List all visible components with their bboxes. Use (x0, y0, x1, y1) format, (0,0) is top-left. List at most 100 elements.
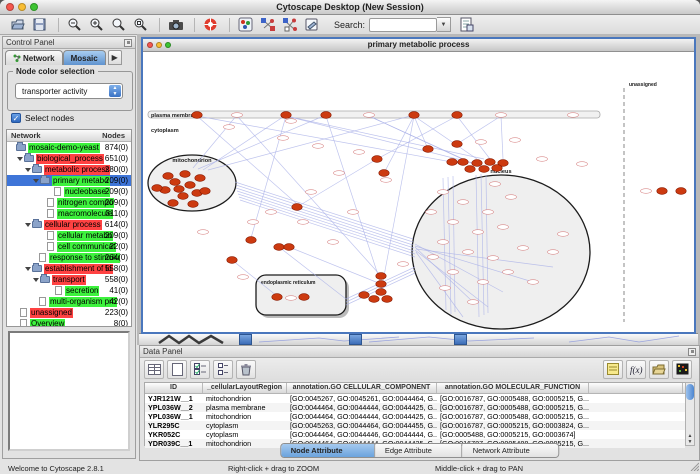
network-node[interactable] (398, 262, 409, 267)
network-node[interactable] (426, 210, 437, 215)
network-node[interactable] (298, 220, 309, 225)
network-node[interactable] (478, 280, 489, 285)
column-go-molecular-function[interactable]: annotation.GO MOLECULAR_FUNCTION (437, 383, 589, 393)
table-row[interactable]: YJR121W__1mitochondrion[GO:0045267, GO:0… (145, 394, 685, 403)
network-edge[interactable] (237, 191, 414, 248)
float-panel-icon[interactable] (124, 39, 132, 47)
network-node-selected[interactable] (185, 182, 195, 189)
tab-scroll-right-button[interactable]: ▶ (108, 50, 122, 65)
network-node[interactable] (503, 270, 514, 275)
expander-icon[interactable] (33, 276, 40, 283)
network-node-selected[interactable] (274, 244, 284, 251)
network-node[interactable] (498, 225, 509, 230)
network-node-selected[interactable] (174, 186, 184, 193)
network-node[interactable] (286, 119, 297, 124)
table-row[interactable]: YPL036W__2plasma membrane[GO:0044464, GO… (145, 403, 685, 412)
network-node[interactable] (364, 113, 375, 118)
network-node[interactable] (198, 230, 209, 235)
expander-icon[interactable] (25, 265, 32, 272)
network-node-selected[interactable] (409, 112, 419, 119)
network-node[interactable] (428, 255, 439, 260)
network-node[interactable] (537, 157, 548, 162)
network-node[interactable] (488, 256, 499, 261)
network-node[interactable] (490, 182, 501, 187)
network-node[interactable] (528, 280, 539, 285)
network-node-selected[interactable] (170, 179, 180, 186)
save-session-icon[interactable] (30, 16, 49, 33)
network-node-selected[interactable] (657, 188, 667, 195)
network-node-selected[interactable] (382, 296, 392, 303)
open-session-icon[interactable] (8, 16, 27, 33)
import-attributes-icon[interactable] (649, 360, 669, 379)
network-node-selected[interactable] (372, 156, 382, 163)
network-node[interactable] (328, 240, 339, 245)
select-attributes-icon[interactable] (190, 360, 210, 379)
network-node[interactable] (641, 189, 652, 194)
scrollbar-arrows[interactable]: ▲▼ (686, 433, 694, 445)
zoom-selected-icon[interactable] (109, 16, 128, 33)
network-edge[interactable] (238, 194, 414, 251)
formula-builder-icon[interactable]: f(x) (626, 360, 646, 379)
background-window-fragment[interactable] (454, 334, 467, 345)
network-node[interactable] (458, 200, 469, 205)
tree-row[interactable]: cell communicat22(0) (7, 241, 131, 252)
network-node-selected[interactable] (284, 244, 294, 251)
tree-row-selected[interactable]: primary metabo209(0) (7, 175, 131, 186)
network-canvas[interactable]: plasma membrane cytoplasm mitochondrion … (143, 52, 692, 333)
float-data-panel-icon[interactable] (688, 348, 696, 356)
network-node-selected[interactable] (492, 165, 502, 172)
network-node-selected[interactable] (376, 289, 386, 296)
tree-row[interactable]: multi-organism pro42(0) (7, 296, 131, 307)
snapshot-icon[interactable] (166, 16, 185, 33)
network-edge[interactable] (240, 200, 415, 257)
zoom-in-icon[interactable] (87, 16, 106, 33)
tab-network[interactable]: Network (5, 50, 63, 65)
network-node[interactable] (518, 246, 529, 251)
network-edge[interactable] (239, 197, 415, 254)
network-node[interactable] (248, 220, 259, 225)
network-node-selected[interactable] (479, 166, 489, 173)
tree-row[interactable]: unassigned223(0) (7, 307, 131, 318)
network-node[interactable] (558, 232, 569, 237)
network-node[interactable] (468, 300, 479, 305)
network-node-selected[interactable] (188, 201, 198, 208)
network-node[interactable] (334, 171, 345, 176)
network-node-selected[interactable] (423, 146, 433, 153)
tree-row[interactable]: biological_process651(0) (7, 153, 131, 164)
network-node[interactable] (438, 240, 449, 245)
tree-row[interactable]: mosaic-demo-yeast874(0) (7, 142, 131, 153)
network-node[interactable] (348, 210, 359, 215)
network-node[interactable] (483, 210, 494, 215)
network-node-selected[interactable] (227, 257, 237, 264)
network-node[interactable] (448, 270, 459, 275)
network-node-selected[interactable] (195, 175, 205, 182)
network-node[interactable] (496, 113, 507, 118)
network-node-selected[interactable] (178, 193, 188, 200)
node-color-attribute-select[interactable]: transporter activity ▲▼ (15, 83, 123, 99)
network-node[interactable] (440, 286, 451, 291)
column-go-cellular-component[interactable]: annotation.GO CELLULAR_COMPONENT (287, 383, 437, 393)
annotation-icon[interactable] (302, 16, 321, 33)
table-row[interactable]: YPL036W__1mitochondrion[GO:0044464, GO:0… (145, 412, 685, 421)
help-icon[interactable] (201, 16, 220, 33)
layout-two-icon[interactable] (280, 16, 299, 33)
network-node-selected[interactable] (452, 141, 462, 148)
network-edge[interactable] (198, 115, 326, 169)
network-edge[interactable] (326, 116, 381, 284)
background-window-fragment[interactable] (239, 334, 252, 345)
scrollbar-thumb[interactable] (686, 384, 694, 400)
network-node[interactable] (548, 250, 559, 255)
network-node-selected[interactable] (281, 112, 291, 119)
network-node[interactable] (438, 190, 449, 195)
tab-node-attribute-browser[interactable]: Node Attribute Browser (281, 444, 375, 457)
network-node[interactable] (238, 275, 249, 280)
vizmapper-icon[interactable] (236, 16, 255, 33)
network-node[interactable] (232, 113, 243, 118)
tree-row[interactable]: cellular metabo209(0) (7, 230, 131, 241)
network-edge[interactable] (381, 116, 414, 292)
network-node[interactable] (510, 138, 521, 143)
network-view-window[interactable]: primary metabolic process plasma membran… (141, 37, 696, 334)
network-edge[interactable] (297, 159, 377, 207)
network-node-selected[interactable] (192, 112, 202, 119)
network-node-selected[interactable] (485, 159, 495, 166)
